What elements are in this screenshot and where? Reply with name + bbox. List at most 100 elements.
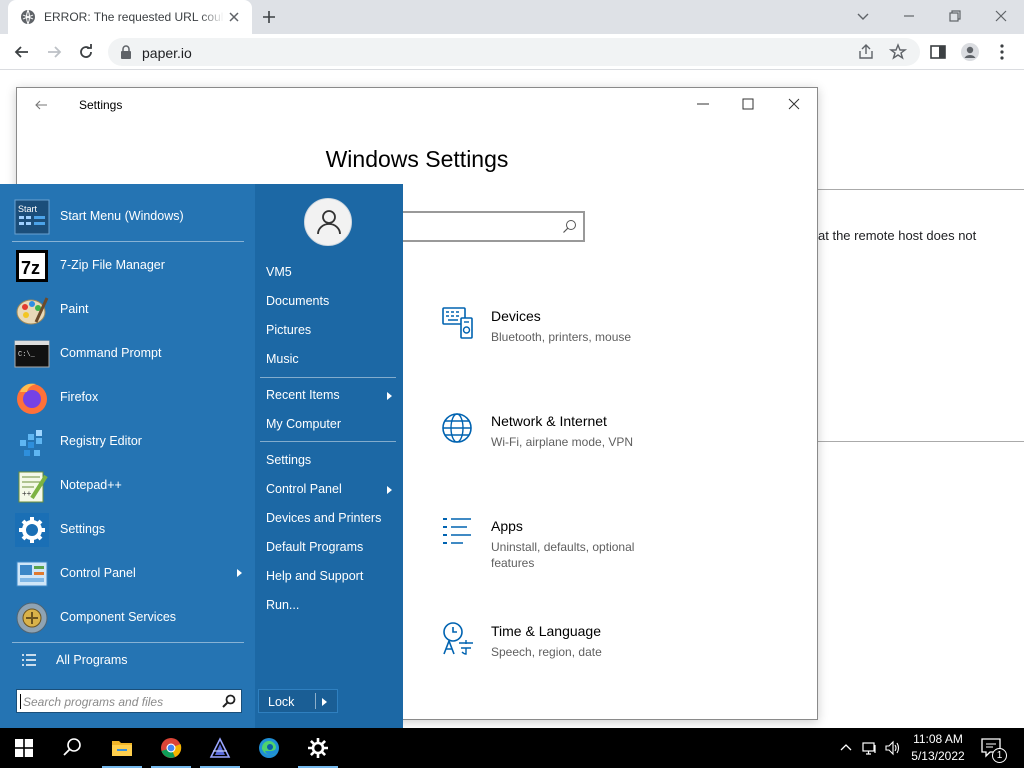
menu-kebab-icon[interactable] [992, 42, 1012, 62]
program-registry-editor[interactable]: Registry Editor [12, 422, 244, 462]
category-title: Time & Language [491, 623, 601, 639]
category-subtitle: Bluetooth, printers, mouse [491, 330, 632, 344]
program-control-panel[interactable]: Control Panel [12, 554, 244, 594]
tab-search-icon[interactable] [853, 6, 873, 26]
maximize-icon[interactable] [740, 96, 756, 112]
program-7zip[interactable]: 7z 7-Zip File Manager [12, 246, 244, 286]
lock-button[interactable]: Lock [258, 689, 338, 713]
category-title: Apps [491, 518, 523, 534]
category-title: Devices [491, 308, 541, 324]
program-label: Firefox [60, 390, 99, 404]
error-text: at the remote host does not [818, 228, 977, 243]
taskbar-chrome[interactable] [147, 728, 195, 768]
address-bar[interactable]: paper.io [108, 38, 920, 66]
start-link-default-programs[interactable]: Default Programs [266, 536, 396, 560]
network-icon[interactable] [862, 740, 878, 756]
restore-icon[interactable] [945, 6, 965, 26]
forward-arrow-icon[interactable] [44, 42, 64, 62]
regedit-icon [20, 430, 42, 456]
start-link-documents[interactable]: Documents [266, 290, 396, 314]
devices-icon [442, 307, 473, 339]
program-component-services[interactable]: Component Services [12, 598, 244, 638]
submenu-arrow-icon [237, 569, 242, 577]
category-time-language[interactable]: Time & Language Speech, region, date [441, 621, 671, 691]
start-link-recent-items[interactable]: Recent Items [266, 384, 396, 408]
start-link-user[interactable]: VM5 [266, 261, 396, 285]
start-menu-icon: Start [14, 199, 50, 235]
program-paint[interactable]: Paint [12, 290, 244, 330]
start-link-music[interactable]: Music [266, 348, 396, 372]
gear-icon [308, 738, 328, 758]
link-label: Control Panel [266, 482, 342, 496]
category-devices[interactable]: Devices Bluetooth, printers, mouse [441, 306, 671, 376]
control-panel-icon [16, 561, 48, 587]
power-options-arrow-icon[interactable] [322, 698, 327, 706]
taskbar-settings[interactable] [294, 728, 342, 768]
start-button[interactable] [0, 728, 48, 768]
apps-list-icon [443, 518, 471, 544]
start-link-run[interactable]: Run... [266, 594, 396, 618]
start-search-input[interactable]: Search programs and files [16, 689, 242, 713]
taskbar-edge[interactable] [245, 728, 293, 768]
browser-tab[interactable]: ERROR: The requested URL could not be re… [8, 0, 252, 34]
taskbar-search-button[interactable] [48, 728, 96, 768]
taskbar-file-explorer[interactable] [98, 728, 146, 768]
windows-start-icon [15, 739, 33, 757]
start-link-my-computer[interactable]: My Computer [266, 413, 396, 437]
program-command-prompt[interactable]: C:\_ Command Prompt [12, 334, 244, 374]
lock-icon[interactable] [120, 45, 132, 59]
taskbar-app[interactable] [196, 728, 244, 768]
chrome-icon [161, 738, 182, 758]
category-apps[interactable]: Apps Uninstall, defaults, optional featu… [441, 516, 671, 586]
bookmark-star-icon[interactable] [888, 42, 908, 62]
svg-text:C:\_: C:\_ [18, 351, 36, 359]
volume-icon[interactable] [884, 740, 900, 756]
url-text[interactable]: paper.io [142, 45, 192, 61]
search-icon[interactable] [222, 694, 236, 708]
new-tab-button[interactable] [260, 8, 278, 26]
program-firefox[interactable]: Firefox [12, 378, 244, 418]
7zip-icon: 7z [16, 250, 48, 282]
list-icon [22, 654, 36, 666]
start-menu: Start Start Menu (Windows) 7z 7-Zip File… [0, 184, 403, 728]
reload-icon[interactable] [76, 42, 96, 62]
start-link-pictures[interactable]: Pictures [266, 319, 396, 343]
start-link-help-support[interactable]: Help and Support [266, 565, 396, 589]
category-network[interactable]: Network & Internet Wi-Fi, airplane mode,… [441, 411, 671, 481]
divider [12, 642, 244, 643]
search-icon [563, 220, 576, 233]
link-label: Documents [266, 294, 330, 308]
chevron-up-icon[interactable] [838, 740, 854, 756]
start-link-control-panel[interactable]: Control Panel [266, 478, 396, 502]
taskbar: 11:08 AM 5/13/2022 1 [0, 728, 1024, 768]
minimize-icon[interactable] [899, 6, 919, 26]
close-icon[interactable] [226, 9, 242, 25]
paint-icon [16, 297, 49, 325]
all-programs-button[interactable]: All Programs [12, 648, 244, 672]
link-label: Default Programs [266, 540, 364, 554]
side-panel-icon[interactable] [928, 42, 948, 62]
profile-avatar-icon[interactable] [960, 42, 980, 62]
program-label: Control Panel [60, 566, 136, 580]
back-arrow-icon[interactable] [12, 42, 32, 62]
link-label: Recent Items [266, 388, 340, 402]
globe-icon [21, 9, 35, 25]
program-start-menu[interactable]: Start Start Menu (Windows) [12, 197, 244, 237]
file-explorer-icon [112, 741, 132, 756]
system-clock[interactable]: 11:08 AM 5/13/2022 [904, 731, 972, 765]
avatar[interactable] [304, 198, 352, 246]
minimize-icon[interactable] [695, 96, 711, 112]
svg-text:7z: 7z [21, 258, 40, 278]
back-arrow-icon[interactable] [33, 97, 49, 113]
close-icon[interactable] [786, 96, 802, 112]
divider [315, 693, 316, 709]
close-window-icon[interactable] [991, 6, 1011, 26]
program-label: Notepad++ [60, 478, 122, 492]
program-notepadpp[interactable]: ++ Notepad++ [12, 466, 244, 506]
start-link-devices-printers[interactable]: Devices and Printers [266, 507, 396, 531]
submenu-arrow-icon [387, 392, 392, 400]
tab-title: ERROR: The requested URL could not be re… [44, 10, 224, 24]
share-icon[interactable] [856, 42, 876, 62]
start-link-settings[interactable]: Settings [266, 449, 396, 473]
program-settings[interactable]: Settings [12, 510, 244, 550]
